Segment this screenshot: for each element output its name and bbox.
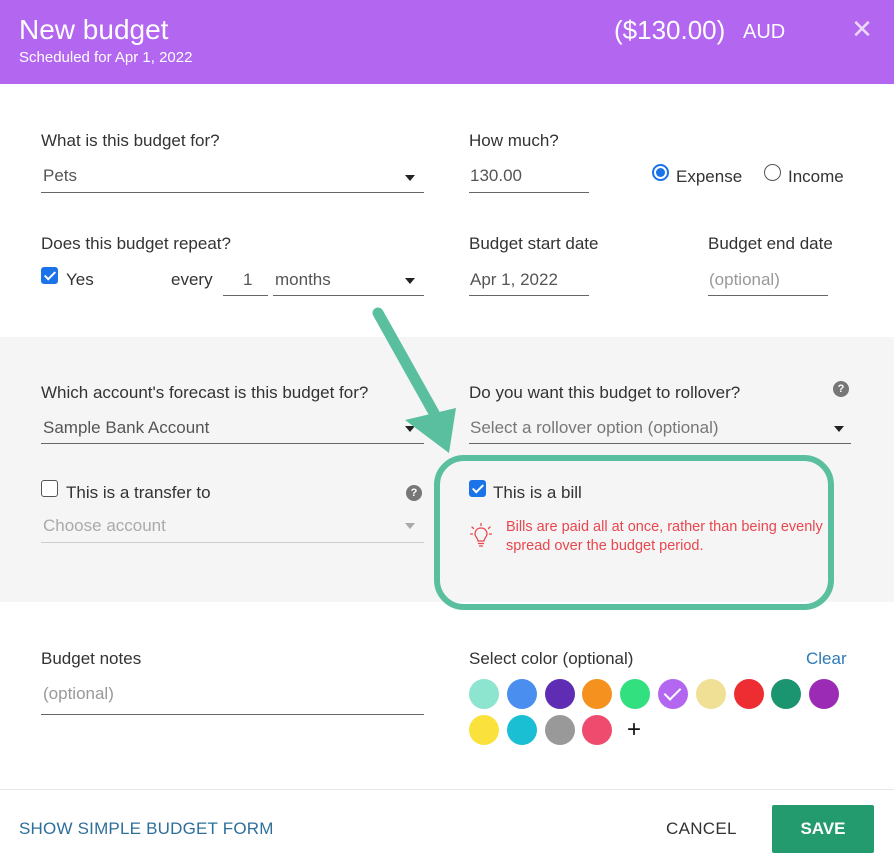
cancel-button[interactable]: CANCEL	[666, 819, 737, 839]
transfer-underline	[41, 542, 424, 543]
color-swatch[interactable]	[771, 679, 801, 709]
how-much-label: How much?	[469, 131, 559, 150]
color-swatch[interactable]	[620, 679, 650, 709]
expense-label: Expense	[676, 167, 743, 186]
repeat-yes-label: Yes	[66, 270, 94, 289]
color-swatch[interactable]	[734, 679, 764, 709]
bill-hint-text: Bills are paid all at once, rather than …	[506, 519, 823, 554]
account-underline	[41, 443, 424, 444]
save-button[interactable]: SAVE	[772, 805, 874, 853]
scheduled-date: Scheduled for Apr 1, 2022	[19, 49, 193, 66]
help-icon[interactable]: ?	[406, 485, 422, 501]
chevron-down-icon[interactable]	[834, 426, 844, 432]
account-section	[0, 337, 894, 602]
help-icon[interactable]: ?	[833, 381, 849, 397]
color-swatch[interactable]	[545, 715, 575, 745]
color-swatch[interactable]	[507, 679, 537, 709]
color-swatch[interactable]	[696, 679, 726, 709]
unit-underline	[273, 295, 424, 296]
budget-for-select[interactable]: Pets	[43, 166, 77, 186]
color-swatch[interactable]	[582, 679, 612, 709]
account-label: Which account's forecast is this budget …	[41, 383, 369, 402]
end-date-input[interactable]: (optional)	[709, 270, 780, 290]
start-date-input[interactable]: Apr 1, 2022	[470, 270, 558, 290]
clear-color-link[interactable]: Clear	[806, 649, 847, 669]
chevron-down-icon[interactable]	[405, 175, 415, 181]
repeat-checkbox[interactable]	[41, 267, 58, 284]
repeat-label: Does this budget repeat?	[41, 234, 231, 253]
end-date-label: Budget end date	[708, 234, 833, 253]
color-swatch[interactable]	[658, 679, 688, 709]
income-radio[interactable]	[764, 164, 781, 181]
interval-underline	[223, 295, 268, 296]
interval-input[interactable]: 1	[243, 270, 252, 290]
color-swatch[interactable]	[469, 679, 499, 709]
color-swatch[interactable]	[469, 715, 499, 745]
income-label: Income	[788, 167, 844, 186]
bill-checkbox[interactable]	[469, 480, 486, 497]
amount-input[interactable]: 130.00	[470, 166, 522, 186]
expense-radio[interactable]	[652, 164, 669, 181]
budget-for-underline	[41, 192, 424, 193]
transfer-account-select[interactable]: Choose account	[43, 516, 166, 536]
notes-input[interactable]: (optional)	[43, 684, 114, 704]
notes-label: Budget notes	[41, 649, 142, 668]
transfer-checkbox[interactable]	[41, 480, 58, 497]
interval-unit-select[interactable]: months	[275, 270, 331, 290]
notes-underline	[41, 714, 424, 715]
color-swatch[interactable]	[507, 715, 537, 745]
close-icon[interactable]: ✕	[847, 14, 877, 44]
end-date-underline	[708, 295, 828, 296]
modal-header: New budget Scheduled for Apr 1, 2022 ($1…	[0, 0, 894, 84]
color-label: Select color (optional)	[469, 649, 634, 668]
lightbulb-icon	[470, 523, 492, 547]
amount-underline	[469, 192, 589, 193]
every-label: every	[171, 270, 213, 289]
budget-for-label: What is this budget for?	[41, 131, 220, 150]
account-select[interactable]: Sample Bank Account	[43, 418, 209, 438]
bill-label: This is a bill	[493, 483, 582, 502]
budget-amount: ($130.00)	[614, 15, 726, 45]
color-swatch[interactable]	[545, 679, 575, 709]
chevron-down-icon[interactable]	[405, 278, 415, 284]
chevron-down-icon[interactable]	[405, 523, 415, 529]
chevron-down-icon[interactable]	[405, 426, 415, 432]
rollover-label: Do you want this budget to rollover?	[469, 383, 741, 402]
currency-code: AUD	[743, 21, 786, 43]
add-color-icon[interactable]: +	[619, 715, 649, 745]
start-date-label: Budget start date	[469, 234, 599, 253]
modal-title: New budget	[19, 14, 169, 45]
rollover-underline	[469, 443, 851, 444]
start-date-underline	[469, 295, 589, 296]
rollover-select[interactable]: Select a rollover option (optional)	[470, 418, 719, 438]
footer-divider	[0, 789, 894, 790]
color-swatch[interactable]	[582, 715, 612, 745]
color-swatch[interactable]	[809, 679, 839, 709]
transfer-label: This is a transfer to	[66, 483, 211, 502]
show-simple-form-link[interactable]: SHOW SIMPLE BUDGET FORM	[19, 819, 274, 839]
